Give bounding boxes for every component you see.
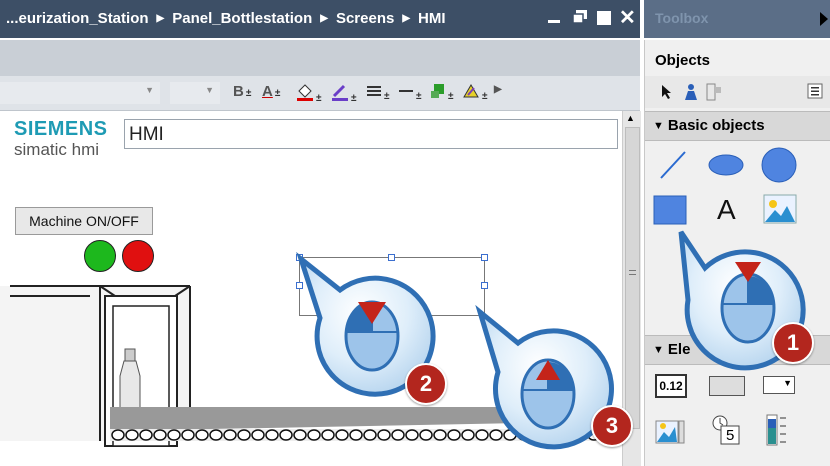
step-badge-3: 3	[591, 405, 633, 447]
step-badge-1: 1	[772, 322, 814, 364]
step-badge-2: 2	[405, 363, 447, 405]
